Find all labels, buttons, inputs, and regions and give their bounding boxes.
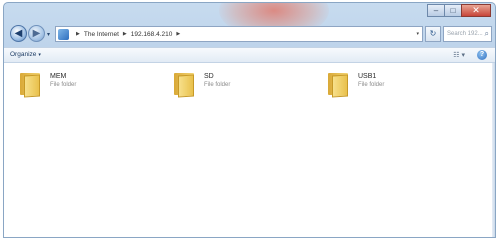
folder-icon xyxy=(174,71,196,98)
command-bar: Organize ▾ ☷ ▾ ? xyxy=(4,47,495,63)
folder-name: SD xyxy=(204,73,214,80)
back-button[interactable]: ◀ xyxy=(10,25,27,42)
window-right-edge xyxy=(492,63,495,237)
change-view-icon[interactable]: ☷ ▾ xyxy=(453,51,465,59)
breadcrumb-separator-icon[interactable]: ▶ xyxy=(76,31,80,37)
refresh-button[interactable]: ↻ xyxy=(425,26,441,42)
organize-label: Organize xyxy=(10,51,37,58)
back-arrow-icon: ◀ xyxy=(14,28,23,39)
recent-pages-dropdown-icon[interactable]: ▾ xyxy=(47,31,50,38)
network-location-icon xyxy=(58,28,69,40)
address-dropdown-icon[interactable]: ▾ xyxy=(416,31,419,37)
close-button[interactable]: ✕ xyxy=(461,4,491,17)
caption-buttons: – □ ✕ xyxy=(427,4,491,17)
folder-type: File folder xyxy=(204,82,231,88)
explorer-window: – □ ✕ ◀ ▶ ▾ ▶ The Internet ▶ 192.168.4.2… xyxy=(3,2,496,238)
folder-type: File folder xyxy=(358,82,385,88)
minimize-button[interactable]: – xyxy=(427,4,445,17)
search-input[interactable]: Search 192... ⌕ xyxy=(443,26,492,42)
file-list: MEM File folder SD File folder USB1 File… xyxy=(4,63,495,237)
folder-icon xyxy=(328,71,350,98)
help-icon[interactable]: ? xyxy=(477,50,487,60)
forward-arrow-icon: ▶ xyxy=(32,28,41,39)
address-bar[interactable]: ▶ The Internet ▶ 192.168.4.210 ▶ ▾ xyxy=(55,26,423,42)
folder-item-sd[interactable]: SD File folder xyxy=(174,71,230,101)
folder-item-usb1[interactable]: USB1 File folder xyxy=(328,71,384,101)
forward-button[interactable]: ▶ xyxy=(28,25,45,42)
breadcrumb-ip-address[interactable]: 192.168.4.210 xyxy=(131,31,173,38)
folder-icon xyxy=(20,71,42,98)
folder-type: File folder xyxy=(50,82,77,88)
refresh-icon: ↻ xyxy=(429,29,437,38)
folder-item-mem[interactable]: MEM File folder xyxy=(20,71,76,101)
breadcrumb-the-internet[interactable]: The Internet xyxy=(84,31,119,38)
chevron-down-icon: ▾ xyxy=(38,52,41,58)
organize-button[interactable]: Organize ▾ xyxy=(10,51,41,58)
maximize-button[interactable]: □ xyxy=(444,4,462,17)
folder-name: USB1 xyxy=(358,73,377,80)
breadcrumb-separator-icon[interactable]: ▶ xyxy=(176,31,180,37)
search-icon[interactable]: ⌕ xyxy=(485,27,489,41)
navigation-bar: ◀ ▶ ▾ ▶ The Internet ▶ 192.168.4.210 ▶ ▾… xyxy=(10,25,492,45)
folder-name: MEM xyxy=(50,73,67,80)
search-placeholder: Search 192... xyxy=(447,31,483,37)
breadcrumb-separator-icon[interactable]: ▶ xyxy=(123,31,127,37)
